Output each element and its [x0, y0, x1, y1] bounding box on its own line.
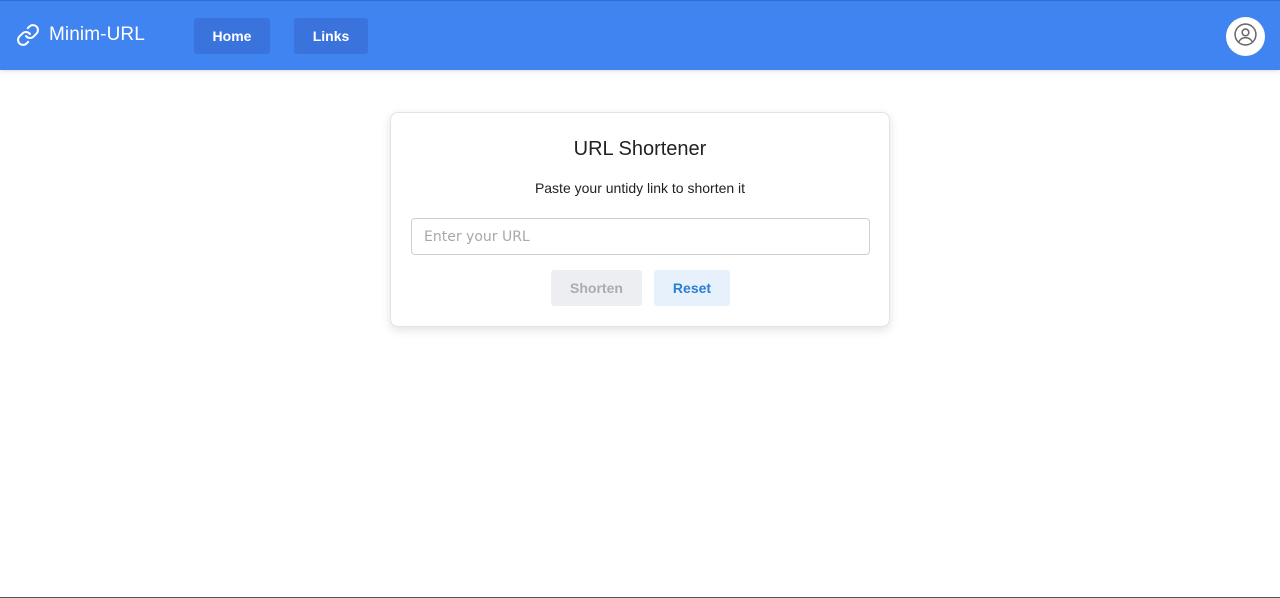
- nav-home-button[interactable]: Home: [194, 18, 270, 54]
- nav-links-button[interactable]: Links: [294, 18, 368, 54]
- avatar[interactable]: [1226, 17, 1265, 56]
- shortener-card: URL Shortener Paste your untidy link to …: [390, 112, 890, 327]
- reset-button[interactable]: Reset: [654, 270, 730, 306]
- card-subtitle: Paste your untidy link to shorten it: [534, 180, 746, 196]
- link-icon: [16, 23, 40, 47]
- brand[interactable]: Minim-URL: [16, 22, 145, 48]
- user-circle-icon: [1233, 22, 1258, 52]
- shorten-button[interactable]: Shorten: [551, 270, 642, 306]
- url-input[interactable]: [411, 218, 870, 255]
- top-navbar: Minim-URL Home Links: [0, 0, 1280, 70]
- card-title: URL Shortener: [573, 138, 707, 160]
- app-window: Minim-URL Home Links URL Shortener Paste…: [0, 0, 1280, 598]
- brand-title: Minim-URL: [49, 24, 145, 45]
